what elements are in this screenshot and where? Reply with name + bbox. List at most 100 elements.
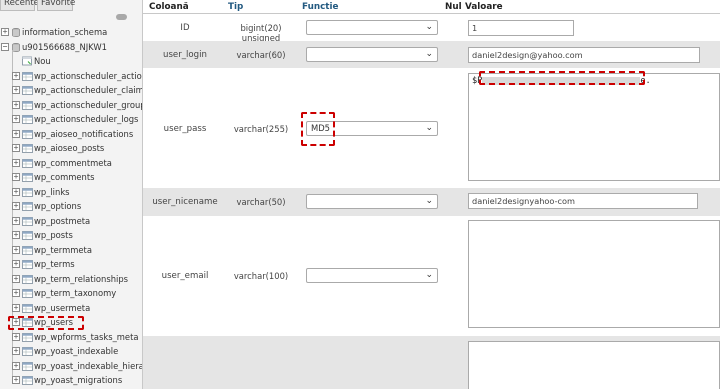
- collapse-all-icon[interactable]: [116, 14, 127, 20]
- tree-item-database[interactable]: + information_schema: [0, 25, 142, 40]
- header-type[interactable]: Tip: [228, 2, 243, 12]
- expand-plus-icon[interactable]: +: [12, 71, 20, 80]
- table-icon: [22, 129, 33, 139]
- expand-plus-icon[interactable]: +: [12, 202, 20, 210]
- tree-item-table[interactable]: + wp_yoast_indexable_hierarch: [0, 359, 142, 374]
- table-row: user_pass varchar(255) MD5 ⌄ $P e.: [143, 68, 720, 188]
- tree-item-table[interactable]: + wp_usermeta: [0, 301, 142, 316]
- expand-plus-icon[interactable]: +: [1, 28, 9, 36]
- expand-plus-icon[interactable]: +: [12, 303, 20, 312]
- table-name[interactable]: wp_term_taxonomy: [34, 286, 116, 301]
- table-icon: [22, 144, 33, 153]
- expand-plus-icon[interactable]: +: [12, 158, 20, 167]
- database-name[interactable]: u901566688_NJKW1: [22, 40, 107, 55]
- table-name[interactable]: wp_terms: [34, 257, 75, 272]
- header-null: Nul: [445, 2, 462, 12]
- value-textarea[interactable]: [468, 341, 720, 389]
- table-name[interactable]: wp_actionscheduler_actions: [34, 69, 142, 84]
- tree-item-table[interactable]: + wp_commentmeta: [0, 156, 142, 171]
- table-name[interactable]: wp_termmeta: [34, 243, 92, 258]
- table-icon: [22, 173, 33, 182]
- table-name[interactable]: wp_wpforms_tasks_meta: [34, 330, 139, 345]
- value-input[interactable]: daniel2designyahoo-com: [468, 193, 698, 209]
- tree-item-table[interactable]: + wp_postmeta: [0, 214, 142, 229]
- expand-plus-icon[interactable]: +: [12, 115, 20, 123]
- expand-plus-icon[interactable]: +: [12, 347, 20, 355]
- expand-plus-icon[interactable]: +: [12, 361, 20, 370]
- table-name[interactable]: wp_actionscheduler_claims: [34, 83, 142, 98]
- table-icon: [22, 100, 33, 110]
- tree-item-table[interactable]: + wp_actionscheduler_logs: [0, 112, 142, 127]
- table-name[interactable]: wp_aioseo_notifications: [34, 127, 133, 142]
- header-function[interactable]: Functie: [302, 2, 339, 12]
- tree-item-table[interactable]: + wp_term_relationships: [0, 272, 142, 287]
- expand-plus-icon[interactable]: +: [12, 376, 20, 384]
- table-name[interactable]: wp_comments: [34, 170, 95, 185]
- table-icon: [22, 245, 33, 255]
- tree-item-table[interactable]: + wp_actionscheduler_claims: [0, 83, 142, 98]
- expand-plus-icon[interactable]: +: [12, 129, 20, 138]
- value-textarea[interactable]: [468, 220, 720, 328]
- tree-item-table[interactable]: + wp_wpforms_tasks_meta: [0, 330, 142, 345]
- table-name[interactable]: wp_links: [34, 185, 70, 200]
- tree-item-table[interactable]: + wp_yoast_migrations: [0, 373, 142, 388]
- table-icon: [22, 347, 33, 356]
- table-name[interactable]: wp_yoast_indexable_hierarch: [34, 359, 142, 374]
- tree-item-database[interactable]: − u901566688_NJKW1: [0, 40, 142, 55]
- database-name[interactable]: information_schema: [22, 25, 107, 40]
- table-name[interactable]: wp_usermeta: [34, 301, 90, 316]
- value-input[interactable]: 1: [468, 20, 574, 36]
- expand-plus-icon[interactable]: +: [12, 144, 20, 152]
- function-select[interactable]: ⌄: [306, 20, 438, 35]
- table-name[interactable]: wp_options: [34, 199, 81, 214]
- tree-item-table[interactable]: + wp_term_taxonomy: [0, 286, 142, 301]
- tree-item-table[interactable]: + wp_actionscheduler_actions: [0, 69, 142, 84]
- expand-plus-icon[interactable]: +: [12, 274, 20, 283]
- table-name[interactable]: wp_actionscheduler_groups: [34, 98, 142, 113]
- table-name[interactable]: wp_term_relationships: [34, 272, 128, 287]
- function-select[interactable]: ⌄: [306, 268, 438, 283]
- collapse-minus-icon[interactable]: −: [1, 42, 9, 51]
- tree-item-table[interactable]: + wp_actionscheduler_groups: [0, 98, 142, 113]
- function-select[interactable]: ⌄: [306, 47, 438, 62]
- tab-recent[interactable]: Recente: [0, 0, 39, 11]
- tree-item-table[interactable]: + wp_aioseo_posts: [0, 141, 142, 156]
- column-type: varchar(255): [233, 124, 289, 134]
- table-name[interactable]: wp_actionscheduler_logs: [34, 112, 138, 127]
- new-table-label[interactable]: Nou: [34, 54, 51, 69]
- tree-item-table[interactable]: + wp_aioseo_notifications: [0, 127, 142, 142]
- table-header: Coloană Tip Functie Nul Valoare: [143, 0, 720, 14]
- table-name[interactable]: wp_aioseo_posts: [34, 141, 104, 156]
- value-textarea[interactable]: $P e.: [468, 73, 720, 181]
- expand-plus-icon[interactable]: +: [12, 86, 20, 94]
- tree-item-table[interactable]: + wp_comments: [0, 170, 142, 185]
- tree-item-new[interactable]: Nou: [0, 54, 142, 69]
- table-icon: [22, 231, 33, 240]
- table-icon: [22, 274, 33, 284]
- function-select[interactable]: ⌄: [306, 194, 438, 209]
- table-name[interactable]: wp_posts: [34, 228, 73, 243]
- expand-plus-icon[interactable]: +: [12, 260, 20, 268]
- expand-plus-icon[interactable]: +: [12, 100, 20, 109]
- value-input[interactable]: daniel2design@yahoo.com: [468, 47, 700, 63]
- tree-item-table[interactable]: + wp_yoast_indexable: [0, 344, 142, 359]
- expand-plus-icon[interactable]: +: [12, 173, 20, 181]
- tree-item-table[interactable]: + wp_options: [0, 199, 142, 214]
- tree-item-table[interactable]: + wp_links: [0, 185, 142, 200]
- expand-plus-icon[interactable]: +: [12, 245, 20, 254]
- table-name[interactable]: wp_commentmeta: [34, 156, 112, 171]
- expand-plus-icon[interactable]: +: [12, 216, 20, 225]
- table-name[interactable]: wp_yoast_migrations: [34, 373, 122, 388]
- tree-item-table[interactable]: + wp_termmeta: [0, 243, 142, 258]
- table-name[interactable]: wp_yoast_indexable: [34, 344, 118, 359]
- tree-item-table[interactable]: + wp_terms: [0, 257, 142, 272]
- tree-item-table[interactable]: + wp_posts: [0, 228, 142, 243]
- table-icon: [22, 71, 33, 81]
- table-name[interactable]: wp_postmeta: [34, 214, 90, 229]
- expand-plus-icon[interactable]: +: [12, 332, 20, 341]
- expand-plus-icon[interactable]: +: [12, 231, 20, 239]
- tab-favorites[interactable]: Favorite: [37, 0, 75, 11]
- table-icon: [22, 303, 33, 313]
- expand-plus-icon[interactable]: +: [12, 187, 20, 196]
- expand-plus-icon[interactable]: +: [12, 289, 20, 297]
